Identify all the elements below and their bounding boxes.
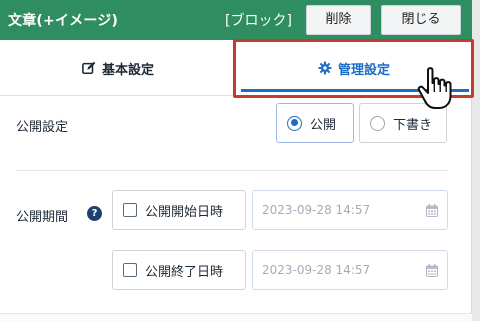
calendar-icon <box>426 204 438 217</box>
end-datetime-checkbox[interactable]: 公開終了日時 <box>112 250 246 290</box>
question-circle-icon[interactable]: ? <box>87 206 102 221</box>
radio-selected-icon <box>287 115 302 131</box>
calendar-icon <box>426 264 438 277</box>
pointer-hand-icon <box>417 67 452 109</box>
delete-button[interactable]: 削除 <box>306 5 371 35</box>
end-datetime-label: 公開終了日時 <box>145 264 224 280</box>
end-datetime-field[interactable]: 2023-09-28 14:57 <box>252 250 448 290</box>
radio-publish-label: 公開 <box>310 117 337 133</box>
end-datetime-placeholder: 2023-09-28 14:57 <box>262 263 371 277</box>
start-datetime-field[interactable]: 2023-09-28 14:57 <box>252 190 448 230</box>
panel-bottom-edge <box>0 313 472 321</box>
close-button[interactable]: 閉じる <box>381 5 461 35</box>
start-datetime-label: 公開開始日時 <box>145 204 224 220</box>
tab-basic-settings[interactable]: 基本設定 <box>0 40 236 96</box>
radio-publish[interactable]: 公開 <box>276 103 354 143</box>
start-datetime-checkbox[interactable]: 公開開始日時 <box>112 190 246 230</box>
checkbox-icon <box>123 203 137 217</box>
page: 文章(+イメージ) [ブロック] 削除 閉じる 基本設定 管理設定 公開設定 公… <box>0 0 480 321</box>
section-divider <box>16 170 448 171</box>
publish-setting-label: 公開設定 <box>16 120 69 135</box>
edit-icon <box>82 61 96 75</box>
tab-basic-label: 基本設定 <box>101 62 154 78</box>
panel-title: 文章(+イメージ) <box>8 13 119 29</box>
publish-period-label: 公開期間 <box>16 210 69 225</box>
radio-unselected-icon <box>370 115 385 131</box>
checkbox-icon <box>123 263 137 277</box>
panel-header: 文章(+イメージ) [ブロック] 削除 閉じる <box>0 0 472 40</box>
radio-draft-label: 下書き <box>393 117 433 133</box>
start-datetime-placeholder: 2023-09-28 14:57 <box>262 203 371 217</box>
block-tag: [ブロック] <box>225 13 292 29</box>
